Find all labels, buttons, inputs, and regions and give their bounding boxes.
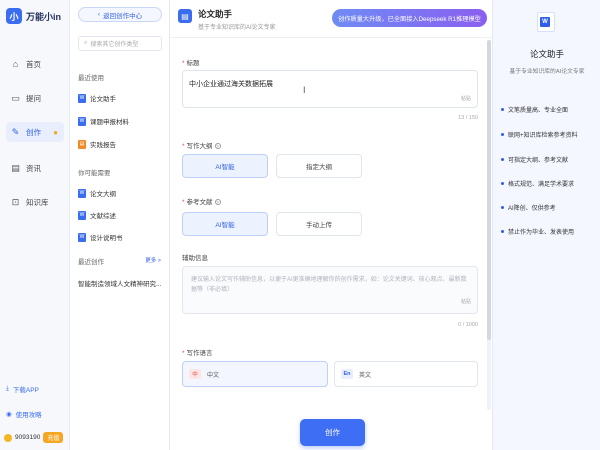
text-cursor-icon: I [303, 85, 306, 95]
doc-icon: W [78, 232, 86, 242]
chinese-flag-icon: 中 [189, 369, 201, 379]
creation-type-panel: ‹ 返回创作中心 ⌕ 搜索其它创作类型 最近使用 W 论文助手 W 课题申报材料… [70, 0, 170, 450]
nav-item-create[interactable]: ✎ 创作 ● [6, 122, 64, 142]
doc-icon: W [78, 210, 86, 220]
recent-heading: 最近使用 [78, 75, 104, 82]
english-flag-icon: En [341, 369, 353, 379]
home-icon: ⌂ [12, 58, 19, 69]
type-search-input[interactable]: ⌕ 搜索其它创作类型 [78, 36, 162, 51]
pen-icon: ✎ [11, 126, 20, 137]
maybe-item-design[interactable]: W 设计说明书 [78, 232, 123, 242]
page-subtitle: 基于专业知识库的AI论文专家 [198, 25, 276, 31]
aux-info-label: 辅助信息 [182, 255, 208, 262]
search-icon: ⌕ [84, 40, 88, 46]
recharge-button[interactable]: 充值 [43, 432, 64, 443]
feature-item: 禁止作为毕业、发表使用 [501, 227, 574, 236]
form-header: ▤ 论文助手 基于专业知识库的AI论文专家 创作质量大升级，已全面接入Deeps… [170, 0, 492, 38]
maybe-heading: 你可能需要 [78, 170, 111, 177]
download-app-link[interactable]: ⤓ 下载APP [6, 384, 39, 394]
knowledge-icon: ⊡ [11, 196, 20, 207]
doc-icon: W [78, 188, 86, 198]
create-button[interactable]: 创作 [300, 419, 365, 446]
back-to-creation-center-button[interactable]: ‹ 返回创作中心 [78, 7, 162, 22]
left-nav: 小 万能小in ⌂ 首页 ▭ 提问 ✎ 创作 ● ▤ 资讯 ⊡ 知识库 ⤓ 下载… [0, 0, 70, 450]
coin-icon [4, 433, 12, 442]
recent-creation-item[interactable]: 智能制造领域人文精神研究... [78, 278, 161, 288]
recent-item-thesis[interactable]: W 论文助手 [78, 93, 116, 103]
paste-button[interactable]: 粘贴 [461, 95, 471, 102]
guide-link[interactable]: ◉ 使用攻略 [6, 409, 42, 419]
recent-item-project[interactable]: W 课题申报材料 [78, 116, 129, 126]
doc-icon: W [78, 116, 86, 126]
outline-option-custom[interactable]: 指定大纲 [276, 154, 362, 178]
doc-icon: W [78, 93, 86, 103]
chevron-left-icon: ‹ [97, 11, 101, 18]
bullet-icon [501, 182, 504, 185]
help-icon: ? [214, 199, 221, 205]
feature-item: 文笔质量高、专业全面 [501, 105, 568, 114]
more-link[interactable]: 更多 > [145, 256, 161, 264]
assistant-info-panel: W 论文助手 基于专业知识库的AI论文专家 文笔质量高、专业全面 联网+知识库检… [492, 0, 600, 450]
title-counter: 13 / 150 [458, 115, 478, 121]
nav-item-ask[interactable]: ▭ 提问 [6, 88, 64, 108]
nav-item-label: 资讯 [26, 163, 41, 173]
thesis-form: ▤ 论文助手 基于专业知识库的AI论文专家 创作质量大升级，已全面接入Deeps… [170, 0, 492, 450]
nav-item-home[interactable]: ⌂ 首页 [6, 54, 64, 74]
language-label: * 写作语言 [182, 350, 213, 357]
title-input-value: 中小企业通过海关数据拓展 [189, 81, 273, 88]
chat-icon: ▭ [11, 92, 20, 103]
reference-option-ai[interactable]: AI智能 [182, 212, 268, 236]
nav-item-label: 创作 [26, 127, 41, 137]
maybe-item-outline[interactable]: W 论文大纲 [78, 188, 116, 198]
doc-icon: ▤ [178, 9, 192, 23]
recent-creation-heading: 最近创作 [78, 259, 104, 266]
points-value: 9093190 [15, 434, 41, 441]
feature-item: 格式规范、满足学术要求 [501, 179, 574, 188]
logo-icon: 小 [6, 8, 22, 24]
scroll-thumb[interactable] [487, 40, 491, 340]
guide-icon: ◉ [6, 411, 12, 418]
language-option-english[interactable]: En 英文 [334, 361, 478, 387]
reference-label: * 参考文献? [182, 199, 221, 206]
nav-item-label: 知识库 [26, 197, 49, 207]
title-input[interactable]: 中小企业通过海关数据拓展 I 粘贴 [182, 70, 478, 108]
title-label: * 标题 [182, 60, 200, 67]
feature-item: 联网+知识库检索参考资料 [501, 130, 578, 139]
language-option-chinese[interactable]: 中 中文 [182, 361, 328, 387]
download-icon: ⤓ [6, 385, 9, 392]
outline-label: * 写作大纲? [182, 143, 221, 150]
paste-button[interactable]: 粘贴 [461, 297, 471, 307]
bullet-icon [501, 158, 504, 161]
bullet-icon [501, 133, 504, 136]
aux-info-placeholder: 建议输入论文写作辅助信息，以便于AI更准确地理解你的创作需求，如：论文关键词、核… [191, 277, 467, 293]
brand-name: 万能小in [26, 11, 61, 22]
nav-item-label: 首页 [26, 59, 41, 69]
bullet-icon [501, 108, 504, 111]
news-icon: ▤ [11, 162, 20, 173]
aux-info-counter: 0 / 1000 [458, 322, 478, 328]
points-display: 9093190 充值 [4, 432, 64, 443]
form-scrollbar[interactable] [487, 40, 491, 410]
recent-item-practice[interactable]: ▤ 实践报告 [78, 139, 116, 149]
feature-item: 可指定大纲、参考文献 [501, 155, 568, 164]
help-icon: ? [214, 143, 221, 149]
assistant-title: 论文助手 [529, 49, 564, 59]
assistant-subtitle: 基于专业知识库的AI论文专家 [509, 69, 585, 75]
outline-option-ai[interactable]: AI智能 [182, 154, 268, 178]
bullet-icon [501, 206, 504, 209]
nav-item-news[interactable]: ▤ 资讯 [6, 158, 64, 178]
word-doc-icon: W [537, 12, 555, 32]
nav-item-knowledge[interactable]: ⊡ 知识库 [6, 192, 64, 212]
maybe-item-review[interactable]: W 文献综述 [78, 210, 116, 220]
feature-item: AI降创、仅供参考 [501, 203, 556, 212]
bullet-icon [501, 230, 504, 233]
reference-option-upload[interactable]: 手动上传 [276, 212, 362, 236]
page-title: 论文助手 [198, 9, 233, 19]
upgrade-banner[interactable]: 创作质量大升级，已全面接入Deepseek R1推理模型 [332, 9, 487, 27]
aux-info-textarea[interactable]: 建议输入论文写作辅助信息，以便于AI更准确地理解你的创作需求，如：论文关键词、核… [182, 266, 478, 314]
report-icon: ▤ [78, 139, 86, 149]
brand-logo[interactable]: 小 万能小in [6, 8, 61, 24]
hot-flame-icon: ● [53, 127, 58, 137]
nav-item-label: 提问 [26, 93, 41, 103]
